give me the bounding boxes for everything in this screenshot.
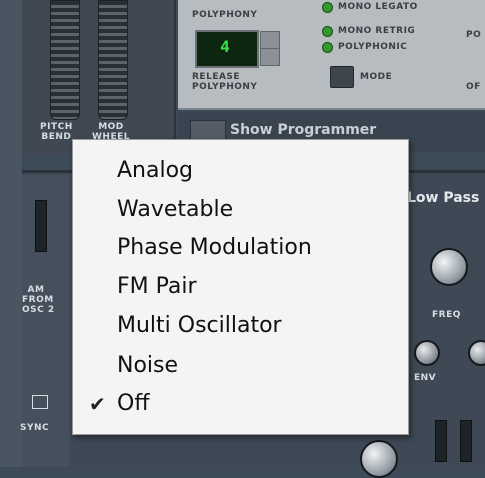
- portamento-label-fragment: PO: [466, 30, 482, 40]
- release-polyphony-label: RELEASE POLYPHONY: [192, 72, 258, 92]
- portamento-off-fragment: OF: [466, 82, 481, 92]
- pitch-bend-wheel[interactable]: [50, 0, 80, 120]
- mode-button-label: MODE: [360, 72, 393, 82]
- mode-led-polyphonic: [322, 42, 333, 53]
- mode-button[interactable]: [330, 66, 354, 88]
- menu-item-phase-modulation[interactable]: Phase Modulation: [73, 228, 408, 268]
- menu-item-multi-oscillator[interactable]: Multi Oscillator: [73, 306, 408, 346]
- checkmark-icon: ✔: [89, 392, 106, 416]
- pitch-bend-label: PITCH BEND: [40, 122, 73, 142]
- am-from-osc2-label: AM FROM OSC 2: [22, 285, 54, 315]
- show-programmer-label: Show Programmer: [230, 122, 377, 138]
- filter-freq-knob[interactable]: [430, 248, 468, 286]
- mode-label-retrig: MONO RETRIG: [338, 26, 416, 36]
- mode-led-retrig: [322, 26, 333, 37]
- menu-item-noise[interactable]: Noise: [73, 346, 408, 386]
- menu-item-label: Phase Modulation: [117, 235, 312, 260]
- filter-env-label: ENV: [414, 373, 437, 383]
- oscillator-type-menu: Analog Wavetable Phase Modulation FM Pai…: [72, 139, 409, 435]
- mod-wheel[interactable]: [98, 0, 128, 120]
- menu-item-off[interactable]: ✔ Off: [73, 384, 408, 424]
- menu-item-label: Off: [117, 391, 150, 416]
- sync-button[interactable]: [32, 395, 48, 409]
- polyphony-down-button[interactable]: [260, 48, 280, 66]
- menu-item-label: Multi Oscillator: [117, 313, 282, 338]
- menu-item-label: Noise: [117, 353, 179, 378]
- polyphony-value: 4: [220, 37, 230, 56]
- sync-label: SYNC: [20, 423, 50, 433]
- menu-item-label: Analog: [117, 158, 194, 183]
- menu-item-analog[interactable]: Analog: [73, 151, 408, 191]
- menu-item-fm-pair[interactable]: FM Pair: [73, 267, 408, 307]
- bottom-knob[interactable]: [360, 440, 398, 478]
- mode-led-legato: [322, 2, 333, 13]
- filter-title: Low Pass: [407, 190, 480, 206]
- menu-item-label: FM Pair: [117, 274, 197, 299]
- filter-freq-label: FREQ: [432, 310, 461, 320]
- filter-env-knob[interactable]: [414, 340, 440, 366]
- am-fader[interactable]: [35, 200, 47, 252]
- polyphony-title: POLYPHONY: [192, 10, 258, 20]
- rack-edge: [0, 0, 22, 467]
- menu-item-label: Wavetable: [117, 197, 234, 222]
- filter-fader-2[interactable]: [460, 420, 472, 462]
- filter-fader-1[interactable]: [435, 420, 447, 462]
- menu-item-wavetable[interactable]: Wavetable: [73, 190, 408, 230]
- mode-label-legato: MONO LEGATO: [338, 2, 418, 12]
- polyphony-up-button[interactable]: [260, 31, 280, 49]
- mode-label-polyphonic: POLYPHONIC: [338, 42, 408, 52]
